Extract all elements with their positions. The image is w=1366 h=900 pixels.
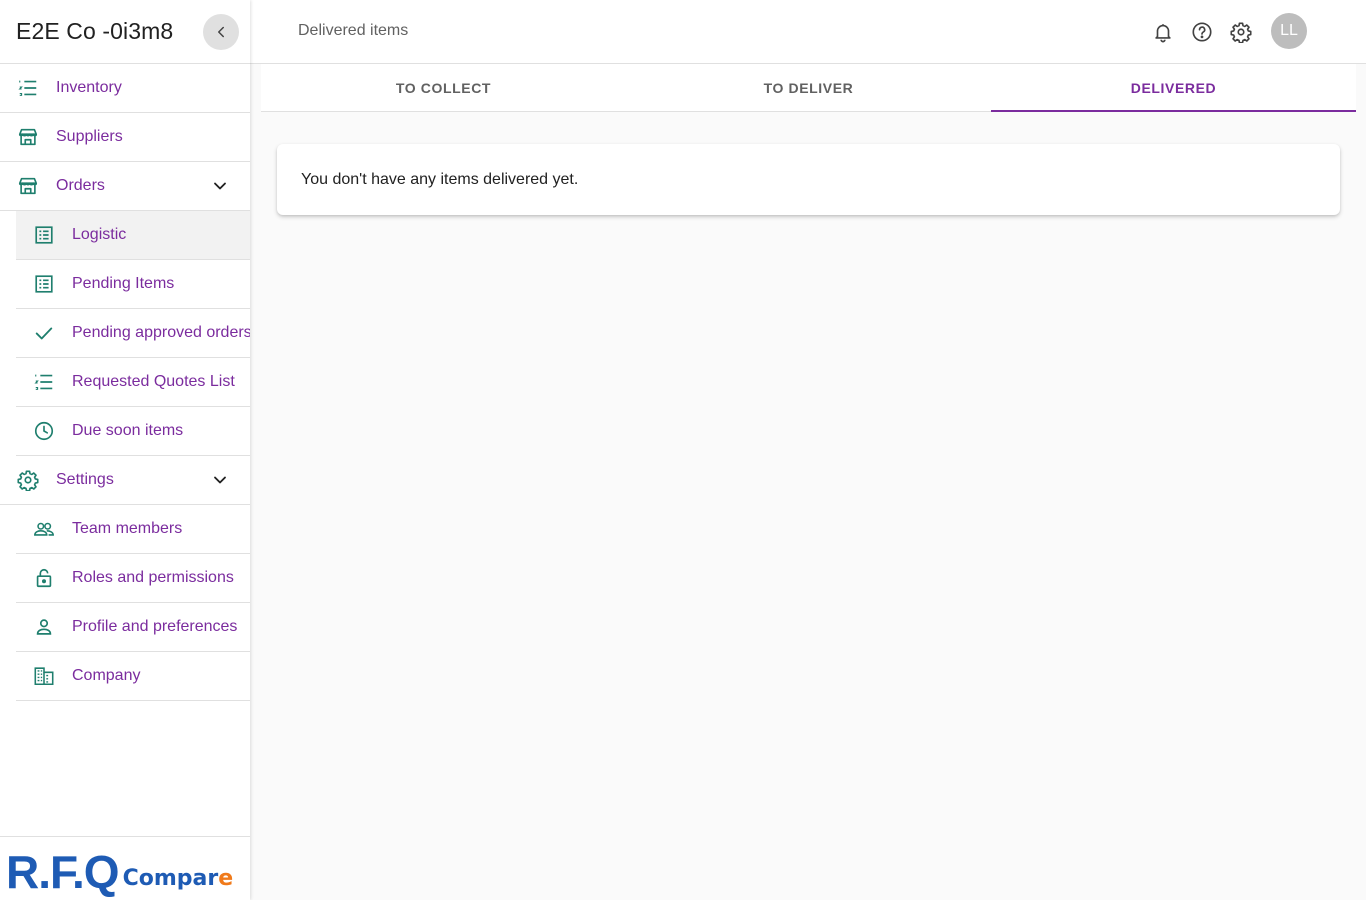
clock-icon xyxy=(32,419,56,443)
logo-sub-text-part: Compar xyxy=(122,866,219,891)
logo-sub-text-accent: e xyxy=(218,866,234,891)
sidebar-item-inventory[interactable]: Inventory xyxy=(0,64,250,113)
chevron-left-icon xyxy=(218,26,224,37)
sidebar-item-requested-quotes[interactable]: Requested Quotes List xyxy=(16,358,250,407)
list-icon xyxy=(16,76,40,100)
user-avatar[interactable]: LL xyxy=(1271,13,1307,49)
tab-to-deliver[interactable]: TO DELIVER xyxy=(626,64,991,111)
sidebar: E2E Co -0i3m8 Inventory Suppliers Orders… xyxy=(0,0,250,900)
sidebar-item-label: Logistic xyxy=(72,226,127,243)
sidebar-item-logistic[interactable]: Logistic xyxy=(16,211,250,260)
sidebar-item-pending-approved-orders[interactable]: Pending approved orders xyxy=(16,309,250,358)
company-name: E2E Co -0i3m8 xyxy=(16,18,174,44)
sidebar-item-label: Suppliers xyxy=(56,128,123,145)
sidebar-item-suppliers[interactable]: Suppliers xyxy=(0,113,250,162)
building-icon xyxy=(32,664,56,688)
page-title: Delivered items xyxy=(298,22,409,39)
sidebar-item-due-soon-items[interactable]: Due soon items xyxy=(16,407,250,456)
store-icon xyxy=(16,174,40,198)
sidebar-item-orders[interactable]: Orders xyxy=(0,162,250,211)
sidebar-item-settings[interactable]: Settings xyxy=(0,456,250,505)
tab-delivered[interactable]: DELIVERED xyxy=(991,64,1356,112)
sidebar-item-label: Pending approved orders xyxy=(72,324,250,341)
sidebar-item-roles-permissions[interactable]: Roles and permissions xyxy=(16,554,250,603)
delivery-tabs: TO COLLECT TO DELIVER DELIVERED xyxy=(261,64,1356,112)
sidebar-item-label: Pending Items xyxy=(72,275,175,292)
sidebar-item-label: Company xyxy=(72,667,141,684)
notifications-bell-icon[interactable] xyxy=(1151,20,1175,44)
person-icon xyxy=(32,615,56,639)
sidebar-item-pending-items[interactable]: Pending Items xyxy=(16,260,250,309)
lock-icon xyxy=(32,566,56,590)
chevron-down-icon[interactable] xyxy=(208,174,232,198)
sidebar-item-company[interactable]: Company xyxy=(16,652,250,701)
settings-gear-icon[interactable] xyxy=(1229,20,1253,44)
gear-icon xyxy=(16,468,40,492)
logo-main-text: R.F.Q xyxy=(6,846,120,898)
sidebar-item-team-members[interactable]: Team members xyxy=(16,505,250,554)
help-icon[interactable] xyxy=(1190,20,1214,44)
sidebar-item-profile-preferences[interactable]: Profile and preferences xyxy=(16,603,250,652)
receipt-list-icon xyxy=(32,223,56,247)
empty-state-message: You don't have any items delivered yet. xyxy=(301,170,579,188)
top-bar: Delivered items LL xyxy=(250,0,1366,64)
collapse-sidebar-button[interactable] xyxy=(203,13,239,50)
brand-logo: R.F.Q Compare xyxy=(6,846,234,898)
sidebar-item-label: Team members xyxy=(72,520,183,537)
tab-to-collect[interactable]: TO COLLECT xyxy=(261,64,626,111)
sidebar-item-label: Roles and permissions xyxy=(72,569,234,586)
receipt-list-icon xyxy=(32,272,56,296)
sidebar-item-label: Inventory xyxy=(56,79,122,96)
logo-sub-text: Compare xyxy=(123,868,234,890)
people-icon xyxy=(32,517,56,541)
sidebar-item-label: Profile and preferences xyxy=(72,618,238,635)
check-icon xyxy=(32,321,56,345)
sidebar-footer: R.F.Q Compare xyxy=(0,836,250,900)
empty-state-card: You don't have any items delivered yet. xyxy=(277,144,1340,215)
store-icon xyxy=(16,125,40,149)
chevron-down-icon[interactable] xyxy=(208,468,232,492)
sidebar-item-label: Due soon items xyxy=(72,422,184,439)
sidebar-item-label: Requested Quotes List xyxy=(72,373,235,390)
sidebar-header: E2E Co -0i3m8 xyxy=(0,0,250,64)
list-icon xyxy=(32,370,56,394)
